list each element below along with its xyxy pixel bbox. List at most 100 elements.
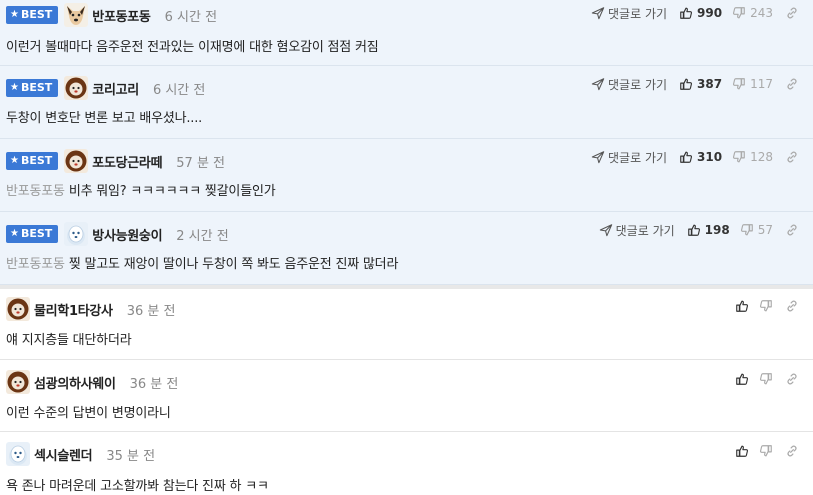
avatar[interactable]: [64, 76, 88, 100]
like-button[interactable]: 198: [687, 223, 730, 237]
lion-avatar-icon: [6, 297, 30, 321]
comment-actions: 댓글로 가기 198 57: [599, 217, 799, 243]
send-icon: [599, 223, 613, 237]
link-icon: [785, 444, 799, 458]
star-icon: ★: [10, 228, 19, 239]
dislike-count: 128: [750, 150, 773, 164]
dislike-button[interactable]: 128: [732, 150, 773, 164]
copy-link-button[interactable]: [785, 77, 799, 91]
comment-time: 6 시간 전: [164, 9, 218, 25]
copy-link-button[interactable]: [785, 6, 799, 20]
dislike-button[interactable]: [759, 299, 773, 313]
best-comment: ★ BEST 방사능원숭이 2 시간 전 댓글로 가기 198 57 반포동포동 찢…: [0, 212, 813, 285]
copy-link-button[interactable]: [785, 223, 799, 237]
comment-body: 이런거 볼때마다 음주운전 전과있는 이재명에 대한 혐오감이 점점 커짐: [6, 40, 379, 55]
like-count: 198: [704, 223, 730, 237]
comment-author[interactable]: 물리학1타강사: [34, 300, 113, 319]
like-button[interactable]: [735, 372, 749, 386]
comment-time: 36 분 전: [129, 376, 179, 392]
like-count: 990: [697, 6, 723, 20]
comment-time: 35 분 전: [106, 448, 156, 464]
avatar[interactable]: [64, 222, 88, 246]
send-icon: [591, 77, 605, 91]
go-to-reply-link[interactable]: 댓글로 가기: [591, 5, 667, 22]
avatar[interactable]: [6, 442, 30, 466]
comment-time: 36 분 전: [126, 303, 176, 319]
seal-avatar-icon: [6, 442, 30, 466]
like-count: 387: [697, 77, 723, 91]
lion-avatar-icon: [64, 149, 88, 173]
thumbs-up-icon: [735, 372, 749, 386]
dislike-button[interactable]: 117: [732, 77, 773, 91]
star-icon: ★: [10, 82, 19, 93]
dislike-button[interactable]: [759, 444, 773, 458]
copy-link-button[interactable]: [785, 150, 799, 164]
thumbs-down-icon: [732, 77, 746, 91]
comment-actions: 댓글로 가기 310 128: [591, 144, 799, 170]
comment-actions: [735, 293, 799, 319]
lion-avatar-icon: [64, 76, 88, 100]
thumbs-down-icon: [732, 150, 746, 164]
link-icon: [785, 299, 799, 313]
comment-author[interactable]: 코리고리: [92, 79, 139, 98]
send-icon: [591, 6, 605, 20]
link-icon: [785, 223, 799, 237]
thumbs-down-icon: [732, 6, 746, 20]
thumbs-down-icon: [740, 223, 754, 237]
avatar[interactable]: [6, 297, 30, 321]
reply-mention[interactable]: 반포동포동: [6, 184, 65, 199]
avatar[interactable]: [6, 370, 30, 394]
reply-mention[interactable]: 반포동포동: [6, 257, 65, 272]
thumbs-up-icon: [687, 223, 701, 237]
dislike-button[interactable]: 243: [732, 6, 773, 20]
like-button[interactable]: 387: [679, 77, 722, 91]
link-icon: [785, 372, 799, 386]
go-to-reply-link[interactable]: 댓글로 가기: [591, 149, 667, 166]
dislike-button[interactable]: [759, 372, 773, 386]
comment-body: 두창이 변호단 변론 보고 배우셨나....: [6, 111, 203, 126]
comment-time: 57 분 전: [176, 155, 225, 171]
copy-link-button[interactable]: [785, 299, 799, 313]
comment-author[interactable]: 반포동포동: [92, 6, 151, 25]
best-badge: ★ BEST: [6, 79, 59, 97]
thumbs-up-icon: [735, 299, 749, 313]
link-icon: [785, 77, 799, 91]
go-to-reply-link[interactable]: 댓글로 가기: [591, 76, 667, 93]
thumbs-down-icon: [759, 444, 773, 458]
best-comment: ★ BEST 코리고리 6 시간 전 댓글로 가기 387 117 두창이 변호단…: [0, 66, 813, 139]
thumbs-down-icon: [759, 299, 773, 313]
like-button[interactable]: [735, 444, 749, 458]
comment-author[interactable]: 섹시슬렌더: [34, 445, 93, 464]
like-button[interactable]: [735, 299, 749, 313]
comment-body: 욕 존나 마려운데 고소할까봐 참는다 진짜 하 ㅋㅋ: [6, 479, 269, 494]
comment-actions: [735, 438, 799, 464]
comment-body: 반포동포동 비추 뭐임? ㅋㅋㅋㅋㅋㅋ 찢갈이들인가: [6, 184, 276, 199]
copy-link-button[interactable]: [785, 444, 799, 458]
avatar[interactable]: [64, 3, 88, 27]
dislike-button[interactable]: 57: [740, 223, 773, 237]
comment: 물리학1타강사 36 분 전 얘 지지층들 대단하더라: [0, 289, 813, 360]
dog-avatar-icon: [64, 3, 88, 27]
star-icon: ★: [10, 155, 19, 166]
comment-author[interactable]: 포도당근라떼: [92, 152, 162, 171]
comment-author[interactable]: 섬광의하사웨이: [34, 373, 116, 392]
go-to-reply-link[interactable]: 댓글로 가기: [599, 222, 675, 239]
link-icon: [785, 150, 799, 164]
thumbs-up-icon: [679, 150, 693, 164]
thumbs-up-icon: [679, 6, 693, 20]
like-button[interactable]: 310: [679, 150, 722, 164]
comment-author[interactable]: 방사능원숭이: [92, 225, 162, 244]
comment-actions: 댓글로 가기 990 243: [591, 0, 799, 26]
best-badge: ★ BEST: [6, 152, 59, 170]
comment: 섬광의하사웨이 36 분 전 이런 수준의 답변이 변명이라니: [0, 360, 813, 432]
avatar[interactable]: [64, 149, 88, 173]
like-button[interactable]: 990: [679, 6, 722, 20]
seal-avatar-icon: [64, 222, 88, 246]
comment-body: 이런 수준의 답변이 변명이라니: [6, 406, 171, 421]
thumbs-down-icon: [759, 372, 773, 386]
dislike-count: 243: [750, 6, 773, 20]
copy-link-button[interactable]: [785, 372, 799, 386]
comment-time: 6 시간 전: [152, 82, 206, 98]
link-icon: [785, 6, 799, 20]
comment-body: 얘 지지층들 대단하더라: [6, 333, 132, 348]
